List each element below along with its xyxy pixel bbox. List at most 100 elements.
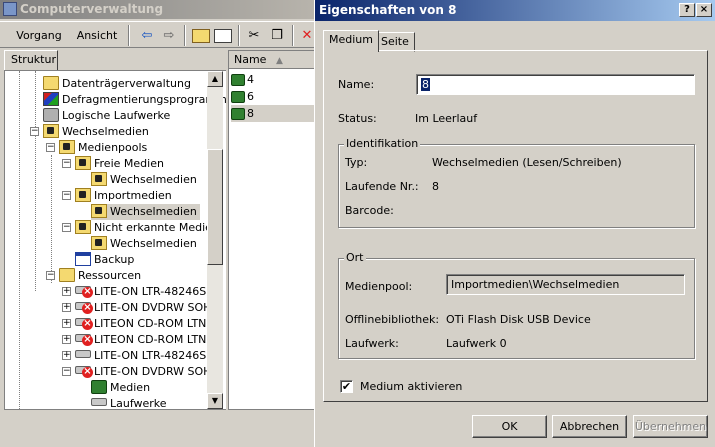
tree-item-logical-drives[interactable]: Logische Laufwerke [43, 108, 170, 124]
drive-icon [91, 398, 107, 406]
close-icon[interactable]: × [696, 3, 712, 17]
toolbar: Vorgang Ansicht ⇦ ⇨ ✂ ❐ ✕ [0, 21, 316, 48]
drive-icon [75, 350, 91, 358]
serial-number-label: Laufende Nr.: [345, 180, 419, 193]
collapse-medienpools-toggle[interactable]: − [46, 143, 55, 152]
cut-icon[interactable]: ✂ [245, 27, 263, 44]
tree-item-drive-6[interactable]: LITE-ON DVDRW SOHW [75, 364, 222, 380]
scroll-up-arrow-icon[interactable]: ▲ [207, 71, 223, 87]
dialog-title: Eigenschaften von 8 [319, 3, 457, 17]
cancel-button[interactable]: Abbrechen [552, 415, 627, 438]
tree-item-removable-storage[interactable]: Wechselmedien [43, 124, 149, 140]
up-folder-icon[interactable] [192, 29, 210, 43]
tree-item-import-media-removable-selected[interactable]: Wechselmedien [91, 204, 200, 220]
list-item-selected[interactable]: 8 [231, 105, 315, 122]
tree-item-free-media-removable[interactable]: Wechselmedien [91, 172, 197, 188]
expand-drive-toggle[interactable]: + [62, 303, 71, 312]
activate-medium-checkbox[interactable]: ✔ [340, 380, 353, 393]
name-field[interactable]: 8 [416, 74, 695, 95]
tree-item-drive-4[interactable]: LITEON CD-ROM LTN5 [75, 332, 213, 348]
sort-ascending-icon: ▲ [275, 56, 283, 66]
list-item[interactable]: 6 [231, 88, 254, 105]
toolbar-separator [292, 25, 294, 46]
folder-icon [59, 268, 75, 282]
identification-group-title: Identifikation [344, 137, 421, 151]
tree-item-media-pools[interactable]: Medienpools [59, 140, 147, 156]
expand-drive-toggle[interactable]: + [62, 335, 71, 344]
tree-item-media[interactable]: Medien [91, 380, 150, 396]
copy-icon[interactable]: ❐ [268, 27, 286, 44]
pool-icon [91, 172, 107, 186]
drive-error-icon [75, 286, 93, 298]
tree-item-unrecognized-media[interactable]: Nicht erkannte Medien [75, 220, 219, 236]
tab-medium[interactable]: Medium [323, 30, 379, 52]
tree-item-drive-1[interactable]: LITE-ON LTR-48246S [75, 284, 206, 300]
drive-value: Laufwerk 0 [446, 337, 507, 350]
tree-item-resources[interactable]: Ressourcen [59, 268, 141, 284]
apply-button[interactable]: Übernehmen [633, 415, 708, 438]
media-icon [231, 74, 245, 86]
tree-item-drive-2[interactable]: LITE-ON DVDRW SOHW [75, 300, 222, 316]
tab-panel-medium: Name: 8 Status: Im Leerlauf Identifikati… [323, 50, 708, 402]
media-icon [231, 91, 245, 103]
menu-ansicht[interactable]: Ansicht [72, 25, 122, 46]
collapse-wechselmedien-toggle[interactable]: − [30, 127, 39, 136]
expand-drive-toggle[interactable]: + [62, 287, 71, 296]
tree-item-defrag[interactable]: Defragmentierungsprogramm [43, 92, 226, 108]
removable-storage-icon [43, 124, 59, 138]
collapse-freie-medien-toggle[interactable]: − [62, 159, 71, 168]
tree-item-drive-3[interactable]: LITEON CD-ROM LTN5 [75, 316, 213, 332]
media-icon [231, 108, 245, 120]
menu-vorgang[interactable]: Vorgang [10, 25, 68, 46]
media-pool-label: Medienpool: [345, 280, 413, 293]
tab-seite[interactable]: Seite [375, 32, 415, 52]
list-item[interactable]: 4 [231, 71, 254, 88]
toolbar-separator [184, 25, 186, 46]
drive-error-icon [75, 302, 93, 314]
type-label: Typ: [345, 156, 368, 169]
show-tree-icon[interactable] [214, 29, 232, 43]
activate-medium-label[interactable]: Medium aktivieren [360, 380, 462, 394]
tree-vertical-scrollbar[interactable]: ▲ ▼ [207, 71, 223, 409]
tree-item-backup[interactable]: Backup [75, 252, 134, 268]
list-column-header-name[interactable]: Name ▲ [229, 51, 315, 69]
name-label: Name: [338, 78, 375, 91]
back-arrow-icon[interactable]: ⇦ [138, 27, 156, 44]
result-list: Name ▲ 4 6 8 [228, 50, 316, 410]
collapse-drive-toggle[interactable]: − [62, 367, 71, 376]
offline-library-label: Offlinebibliothek: [345, 313, 440, 326]
drive-error-icon [75, 366, 93, 378]
tree-item-free-media[interactable]: Freie Medien [75, 156, 164, 172]
media-icon [91, 380, 107, 394]
pool-icon [91, 204, 107, 218]
ok-button[interactable]: OK [472, 415, 547, 438]
serial-number-value: 8 [432, 180, 439, 193]
logical-drives-icon [43, 108, 59, 122]
status-label: Status: [338, 112, 377, 125]
collapse-ressourcen-toggle[interactable]: − [46, 271, 55, 280]
toolbar-separator [128, 25, 130, 46]
tree-item-drives[interactable]: Laufwerke [91, 396, 167, 409]
type-value: Wechselmedien (Lesen/Schreiben) [432, 156, 622, 169]
defrag-icon [43, 92, 59, 106]
collapse-importmedien-toggle[interactable]: − [62, 191, 71, 200]
collapse-unrecognized-toggle[interactable]: − [62, 223, 71, 232]
help-question-icon[interactable]: ? [679, 3, 695, 17]
forward-arrow-icon[interactable]: ⇨ [160, 27, 178, 44]
pool-icon [75, 188, 91, 202]
properties-dialog: Eigenschaften von 8 ? × Medium Seite Nam… [314, 0, 715, 447]
expand-drive-toggle[interactable]: + [62, 319, 71, 328]
tree-item-unrecognized-removable[interactable]: Wechselmedien [91, 236, 197, 252]
tree-item-drive-5[interactable]: LITE-ON LTR-48246S [75, 348, 206, 364]
scroll-down-arrow-icon[interactable]: ▼ [207, 393, 223, 409]
computer-management-icon [3, 2, 17, 16]
dialog-title-bar: Eigenschaften von 8 ? × [315, 0, 715, 21]
drive-error-icon [75, 334, 93, 346]
tab-struktur[interactable]: Struktur [4, 50, 58, 70]
main-title-bar: Computerverwaltung [0, 0, 316, 19]
expand-drive-toggle[interactable]: + [62, 351, 71, 360]
pool-icon [75, 156, 91, 170]
tree-item-disk-management[interactable]: Datenträgerverwaltung [43, 76, 191, 92]
tree-item-import-media[interactable]: Importmedien [75, 188, 172, 204]
scroll-thumb[interactable] [207, 149, 223, 265]
